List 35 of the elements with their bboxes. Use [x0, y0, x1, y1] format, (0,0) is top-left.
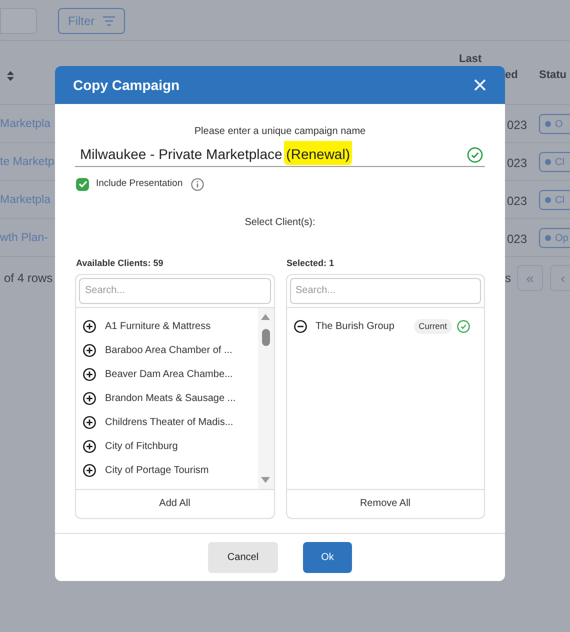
- panel-title: Available Clients: 59: [76, 257, 164, 270]
- table-cell-text: 023: [507, 117, 528, 134]
- client-name[interactable]: Brandon Meats & Sausage ...: [105, 390, 236, 406]
- table-cell-text: 023: [507, 193, 528, 210]
- column-header: Statu: [539, 68, 566, 83]
- column-header: Last: [459, 52, 482, 67]
- status-badge: Cl: [539, 190, 570, 210]
- search-field[interactable]: Search...: [79, 278, 270, 304]
- client-name[interactable]: Childrens Theater of Madis...: [105, 414, 234, 430]
- table-cell-text: 023: [507, 155, 528, 172]
- panel-title: Selected: 1: [286, 257, 336, 270]
- add-all-button[interactable]: Add All: [76, 488, 274, 518]
- pager-label: s: [505, 270, 511, 287]
- search-field[interactable]: Search...: [290, 278, 481, 304]
- rows-info: of 4 rows: [4, 270, 53, 287]
- ok-button[interactable]: Ok: [303, 542, 352, 573]
- client-name[interactable]: Beaver Dam Area Chambe...: [105, 366, 233, 382]
- remove-all-button[interactable]: Remove All: [286, 488, 484, 518]
- status-badge: O: [539, 114, 570, 134]
- client-name[interactable]: City of Fitchburg: [105, 438, 178, 454]
- status-badge: Cl: [539, 152, 570, 172]
- status-badge: Op: [539, 228, 570, 248]
- column-header: ed: [505, 68, 518, 83]
- checkbox-label: Include Presentation: [96, 177, 183, 191]
- field-label: Please enter a unique campaign name: [193, 125, 367, 139]
- cancel-button[interactable]: Cancel: [208, 542, 278, 573]
- client-name[interactable]: City of Portage Tourism: [105, 462, 209, 478]
- client-name[interactable]: A1 Furniture & Mattress: [105, 318, 211, 334]
- client-name[interactable]: Baraboo Area Chamber of ...: [105, 342, 232, 358]
- name-input[interactable]: Milwaukee - Private Marketplace (Renewal): [75, 144, 467, 165]
- section-label: Select Client(s):: [244, 216, 316, 230]
- current-badge: Current: [414, 318, 452, 334]
- table-cell-text: 023: [507, 231, 528, 248]
- dialog-title: Copy Campaign: [73, 76, 180, 95]
- client-name[interactable]: The Burish Group: [316, 318, 394, 334]
